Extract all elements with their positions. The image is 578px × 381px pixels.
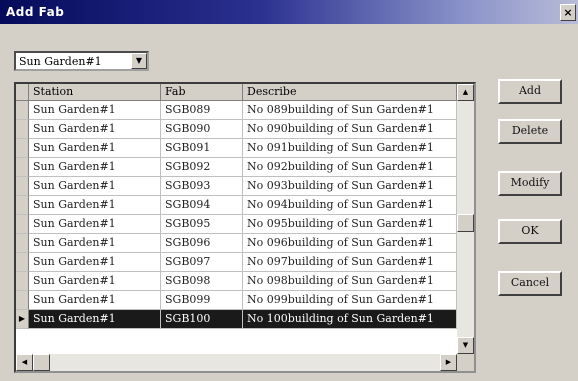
row-indicator[interactable]: ▶ [16, 310, 29, 329]
triangle-right-icon: ▶ [18, 314, 26, 323]
horizontal-scrollbar[interactable]: ◀ ▶ [16, 354, 457, 371]
table-row[interactable]: Sun Garden#1 SGB092 No 092building of Sun … [16, 158, 457, 177]
cell-station[interactable]: Sun Garden#1 [29, 253, 161, 272]
row-indicator[interactable] [16, 158, 29, 177]
cell-describe[interactable]: No 097building of Sun Garden#1 [243, 253, 457, 272]
cell-describe[interactable]: No 095building of Sun Garden#1 [243, 215, 457, 234]
cell-station[interactable]: Sun Garden#1 [29, 120, 161, 139]
cell-fab[interactable]: SGB089 [161, 101, 243, 120]
delete-button[interactable]: Delete [498, 119, 562, 144]
row-indicator[interactable] [16, 272, 29, 291]
cell-describe[interactable]: No 100building of Sun Garden#1 [243, 310, 457, 329]
cell-fab[interactable]: SGB098 [161, 272, 243, 291]
table-row[interactable]: Sun Garden#1 SGB095 No 095building of Sun … [16, 215, 457, 234]
scroll-left-icon[interactable]: ◀ [16, 354, 33, 371]
cell-station[interactable]: Sun Garden#1 [29, 310, 161, 329]
row-indicator[interactable] [16, 139, 29, 158]
cell-fab[interactable]: SGB090 [161, 120, 243, 139]
vertical-scrollbar[interactable]: ▲ ▼ [457, 84, 474, 354]
cell-describe[interactable]: No 089building of Sun Garden#1 [243, 101, 457, 120]
row-indicator[interactable] [16, 291, 29, 310]
scroll-right-icon[interactable]: ▶ [440, 354, 457, 371]
cell-fab[interactable]: SGB100 [161, 310, 243, 329]
cell-fab[interactable]: SGB094 [161, 196, 243, 215]
row-indicator[interactable] [16, 120, 29, 139]
table-row[interactable]: Sun Garden#1 SGB091 No 091building of Sun … [16, 139, 457, 158]
cell-fab[interactable]: SGB095 [161, 215, 243, 234]
scroll-up-icon[interactable]: ▲ [457, 84, 474, 101]
cancel-button[interactable]: Cancel [498, 271, 562, 296]
cell-describe[interactable]: No 096building of Sun Garden#1 [243, 234, 457, 253]
cell-describe[interactable]: No 098building of Sun Garden#1 [243, 272, 457, 291]
column-header-describe[interactable]: Describe [243, 84, 457, 101]
row-indicator[interactable] [16, 101, 29, 120]
table-row[interactable]: Sun Garden#1 SGB099 No 099building of Sun … [16, 291, 457, 310]
close-icon[interactable]: × [560, 4, 576, 21]
cell-describe[interactable]: No 090building of Sun Garden#1 [243, 120, 457, 139]
cell-station[interactable]: Sun Garden#1 [29, 215, 161, 234]
cell-station[interactable]: Sun Garden#1 [29, 196, 161, 215]
cell-fab[interactable]: SGB096 [161, 234, 243, 253]
row-indicator-header [16, 84, 29, 101]
cell-describe[interactable]: No 091building of Sun Garden#1 [243, 139, 457, 158]
station-select-value: Sun Garden#1 [19, 55, 102, 68]
table-row[interactable]: Sun Garden#1 SGB090 No 090building of Sun … [16, 120, 457, 139]
cell-fab[interactable]: SGB091 [161, 139, 243, 158]
horizontal-scroll-thumb[interactable] [33, 354, 50, 371]
cell-station[interactable]: Sun Garden#1 [29, 177, 161, 196]
scroll-down-icon[interactable]: ▼ [457, 337, 474, 354]
station-select[interactable]: Sun Garden#1 ▼ [14, 51, 149, 71]
row-indicator[interactable] [16, 196, 29, 215]
column-header-station[interactable]: Station [29, 84, 161, 101]
table-row[interactable]: Sun Garden#1 SGB094 No 094building of Sun … [16, 196, 457, 215]
modify-button[interactable]: Modify [498, 171, 562, 196]
cell-describe[interactable]: No 094building of Sun Garden#1 [243, 196, 457, 215]
cell-station[interactable]: Sun Garden#1 [29, 272, 161, 291]
ok-button[interactable]: OK [498, 219, 562, 244]
row-indicator[interactable] [16, 253, 29, 272]
cell-station[interactable]: Sun Garden#1 [29, 158, 161, 177]
cell-fab[interactable]: SGB097 [161, 253, 243, 272]
window-titlebar: Add Fab × [0, 0, 578, 24]
table-row[interactable]: ▶ Sun Garden#1 SGB100 No 100building of Sun… [16, 310, 457, 329]
cell-fab[interactable]: SGB099 [161, 291, 243, 310]
fab-table[interactable]: Station Fab Describe Sun Garden#1 SGB089 N… [14, 82, 476, 373]
cell-fab[interactable]: SGB092 [161, 158, 243, 177]
cell-station[interactable]: Sun Garden#1 [29, 234, 161, 253]
table-row[interactable]: Sun Garden#1 SGB093 No 093building of Sun … [16, 177, 457, 196]
cell-describe[interactable]: No 099building of Sun Garden#1 [243, 291, 457, 310]
row-indicator[interactable] [16, 215, 29, 234]
row-indicator[interactable] [16, 177, 29, 196]
table-row[interactable]: Sun Garden#1 SGB089 No 089building of Sun … [16, 101, 457, 120]
chevron-down-icon[interactable]: ▼ [131, 53, 147, 69]
table-row[interactable]: Sun Garden#1 SGB097 No 097building of Sun … [16, 253, 457, 272]
column-header-fab[interactable]: Fab [161, 84, 243, 101]
cell-describe[interactable]: No 093building of Sun Garden#1 [243, 177, 457, 196]
cell-fab[interactable]: SGB093 [161, 177, 243, 196]
row-indicator[interactable] [16, 234, 29, 253]
cell-describe[interactable]: No 092building of Sun Garden#1 [243, 158, 457, 177]
add-button[interactable]: Add [498, 79, 562, 104]
cell-station[interactable]: Sun Garden#1 [29, 291, 161, 310]
scrollbar-corner [457, 354, 474, 371]
cell-station[interactable]: Sun Garden#1 [29, 139, 161, 158]
window-title: Add Fab [6, 5, 65, 19]
table-row[interactable]: Sun Garden#1 SGB098 No 098building of Sun … [16, 272, 457, 291]
cell-station[interactable]: Sun Garden#1 [29, 101, 161, 120]
vertical-scroll-thumb[interactable] [457, 214, 474, 232]
table-row[interactable]: Sun Garden#1 SGB096 No 096building of Sun … [16, 234, 457, 253]
